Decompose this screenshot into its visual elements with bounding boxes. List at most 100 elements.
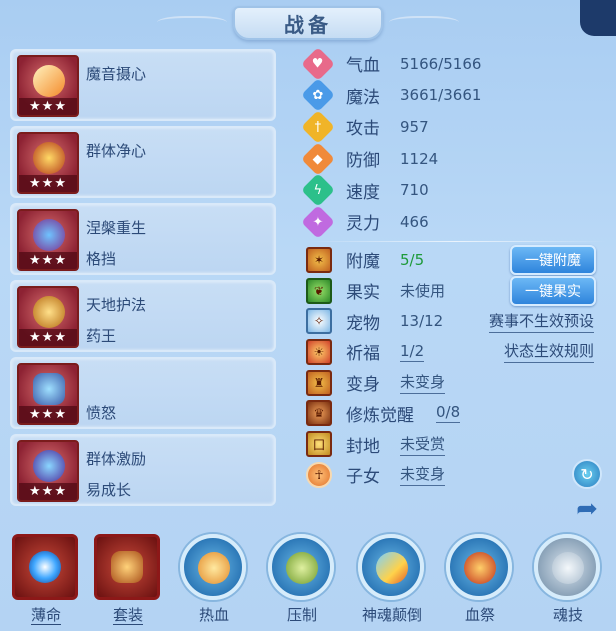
one-click-fruit-button[interactable]: 一键果实 bbox=[510, 275, 596, 306]
stat-label: 气血 bbox=[346, 56, 380, 77]
skill-name: 群体激励 bbox=[86, 450, 147, 468]
bottom-nav: 薄命 套装 热血 压制 神魂颠倒 血祭 魂技 bbox=[8, 530, 608, 631]
skill-card[interactable]: ★★★ 愤怒 bbox=[10, 357, 276, 429]
skill-card[interactable]: ★★★ 涅槃重生 格挡 bbox=[10, 203, 276, 275]
attr-label: 修炼觉醒 bbox=[346, 405, 414, 426]
sword-icon: † bbox=[301, 110, 335, 144]
stat-value: 466 bbox=[400, 212, 429, 231]
skill-icon: ★★★ bbox=[17, 286, 79, 348]
close-icon[interactable] bbox=[580, 0, 616, 36]
star-rating: ★★★ bbox=[19, 483, 77, 500]
attr-row: ♜ 变身 未变身 bbox=[306, 367, 606, 398]
title-plate: 战备 bbox=[157, 6, 459, 40]
heart-icon: ♥ bbox=[301, 46, 335, 81]
skill-subtitle: 愤怒 bbox=[86, 404, 117, 422]
attr-label: 变身 bbox=[346, 375, 380, 396]
attr-row: ♛ 修炼觉醒 0/8 bbox=[306, 398, 606, 429]
attr-label: 子女 bbox=[346, 467, 380, 488]
skill-name: 魔音摄心 bbox=[86, 65, 147, 83]
attr-value[interactable]: 未受赏 bbox=[400, 433, 446, 456]
star-rating: ★★★ bbox=[19, 406, 77, 423]
refresh-icon[interactable]: ↻ bbox=[572, 459, 602, 489]
skill-subtitle: 药王 bbox=[86, 327, 117, 345]
attr-value[interactable]: 未变身 bbox=[400, 371, 446, 395]
nav-item-hunji[interactable]: 魂技 bbox=[530, 530, 606, 631]
speed-icon: ϟ bbox=[301, 173, 335, 208]
skill-icon: ★★★ bbox=[17, 363, 79, 425]
title-bar: 战备 bbox=[0, 0, 616, 42]
fief-icon: 囗 bbox=[306, 431, 332, 458]
nav-label: 薄命 bbox=[30, 606, 61, 625]
skill-card[interactable]: ★★★ 群体净心 bbox=[10, 126, 276, 198]
divider bbox=[306, 240, 606, 242]
skill-card[interactable]: ★★★ 天地护法 药王 bbox=[10, 280, 276, 352]
skill-subtitle: 易成长 bbox=[86, 481, 132, 499]
attr-row: 囗 封地 未受赏 bbox=[306, 429, 606, 460]
event-preset-link[interactable]: 赛事不生效预设 bbox=[488, 310, 594, 333]
star-rating: ★★★ bbox=[19, 98, 77, 115]
page-title: 战备 bbox=[284, 12, 332, 37]
stat-value: 3661/3661 bbox=[400, 86, 482, 105]
skill-list: ★★★ 魔音摄心 ★★★ 群体净心 ★★★ 涅槃重生 格挡 ★★★ 天地护法 药… bbox=[10, 49, 276, 511]
star-rating: ★★★ bbox=[19, 252, 77, 269]
skill-icon: ★★★ bbox=[17, 440, 79, 502]
nav-item-xueji[interactable]: 血祭 bbox=[442, 530, 518, 631]
attr-label: 祈福 bbox=[346, 344, 380, 365]
one-click-enchant-button[interactable]: 一键附魔 bbox=[510, 244, 596, 275]
star-rating: ★★★ bbox=[19, 175, 77, 192]
fruit-icon: ❦ bbox=[306, 277, 332, 304]
stat-row: ♥ 气血 5166/5166 bbox=[301, 46, 606, 81]
attr-label: 果实 bbox=[346, 283, 380, 304]
attr-row: ☀ 祈福 1/2 状态生效规则 bbox=[306, 337, 606, 368]
attr-row: ✧ 宠物 13/12 赛事不生效预设 bbox=[306, 306, 606, 337]
stat-label: 魔法 bbox=[346, 87, 380, 108]
yazhi-icon bbox=[268, 534, 334, 600]
stats-panel: ♥ 气血 5166/5166 ✿ 魔法 3661/3661 † 攻击 957 ◆… bbox=[301, 46, 606, 490]
attr-label: 附魔 bbox=[346, 252, 380, 273]
stat-value: 957 bbox=[400, 117, 429, 136]
attr-value: 13/12 bbox=[400, 312, 444, 331]
blessing-icon: ☀ bbox=[306, 338, 332, 365]
nav-item-yazhi[interactable]: 压制 bbox=[264, 530, 340, 631]
nav-item-suit[interactable]: 套装 bbox=[90, 530, 166, 631]
nav-label: 压制 bbox=[286, 606, 317, 624]
attr-value: 未使用 bbox=[400, 282, 446, 301]
skill-card[interactable]: ★★★ 群体激励 易成长 bbox=[10, 434, 276, 506]
stat-row: ϟ 速度 710 bbox=[301, 173, 606, 208]
nav-label: 神魂颠倒 bbox=[361, 606, 422, 624]
spirit-icon: ✦ bbox=[301, 204, 335, 239]
skill-name: 群体净心 bbox=[86, 142, 147, 160]
nav-item-boming[interactable]: 薄命 bbox=[8, 530, 84, 631]
pet-icon: ✧ bbox=[306, 308, 332, 335]
nav-label: 魂技 bbox=[552, 606, 583, 624]
nav-label: 热血 bbox=[198, 606, 229, 624]
status-rule-link[interactable]: 状态生效规则 bbox=[503, 340, 594, 364]
nav-label: 血祭 bbox=[464, 606, 495, 624]
skill-subtitle: 格挡 bbox=[86, 250, 117, 268]
skill-name: 涅槃重生 bbox=[86, 219, 147, 237]
boming-icon bbox=[12, 534, 78, 600]
attr-row: ❦ 果实 未使用 一键果实 bbox=[306, 275, 606, 306]
skill-name: 天地护法 bbox=[86, 296, 147, 314]
attr-value[interactable]: 0/8 bbox=[436, 403, 461, 424]
stat-value: 5166/5166 bbox=[400, 54, 482, 73]
suit-icon bbox=[94, 534, 160, 600]
attr-value[interactable]: 1/2 bbox=[400, 342, 425, 362]
skill-card[interactable]: ★★★ 魔音摄心 bbox=[10, 49, 276, 121]
nav-item-shenhun[interactable]: 神魂颠倒 bbox=[354, 530, 430, 631]
attr-label: 宠物 bbox=[346, 313, 380, 334]
stat-label: 速度 bbox=[346, 182, 380, 203]
cultivation-icon: ♛ bbox=[306, 400, 332, 427]
shenhun-icon bbox=[358, 534, 424, 600]
rexue-icon bbox=[180, 534, 246, 600]
nav-item-rexue[interactable]: 热血 bbox=[176, 530, 252, 631]
share-icon[interactable]: ➦ bbox=[572, 494, 602, 524]
attr-row: ✶ 附魔 5/5 一键附魔 bbox=[306, 244, 606, 276]
stat-row: ✿ 魔法 3661/3661 bbox=[301, 78, 606, 113]
attr-row: ☥ 子女 未变身 bbox=[306, 459, 606, 490]
stat-value: 710 bbox=[400, 181, 429, 200]
shield-icon: ◆ bbox=[301, 141, 335, 176]
skill-icon: ★★★ bbox=[17, 55, 79, 117]
stat-value: 1124 bbox=[400, 149, 439, 168]
attr-value[interactable]: 未变身 bbox=[400, 463, 446, 487]
